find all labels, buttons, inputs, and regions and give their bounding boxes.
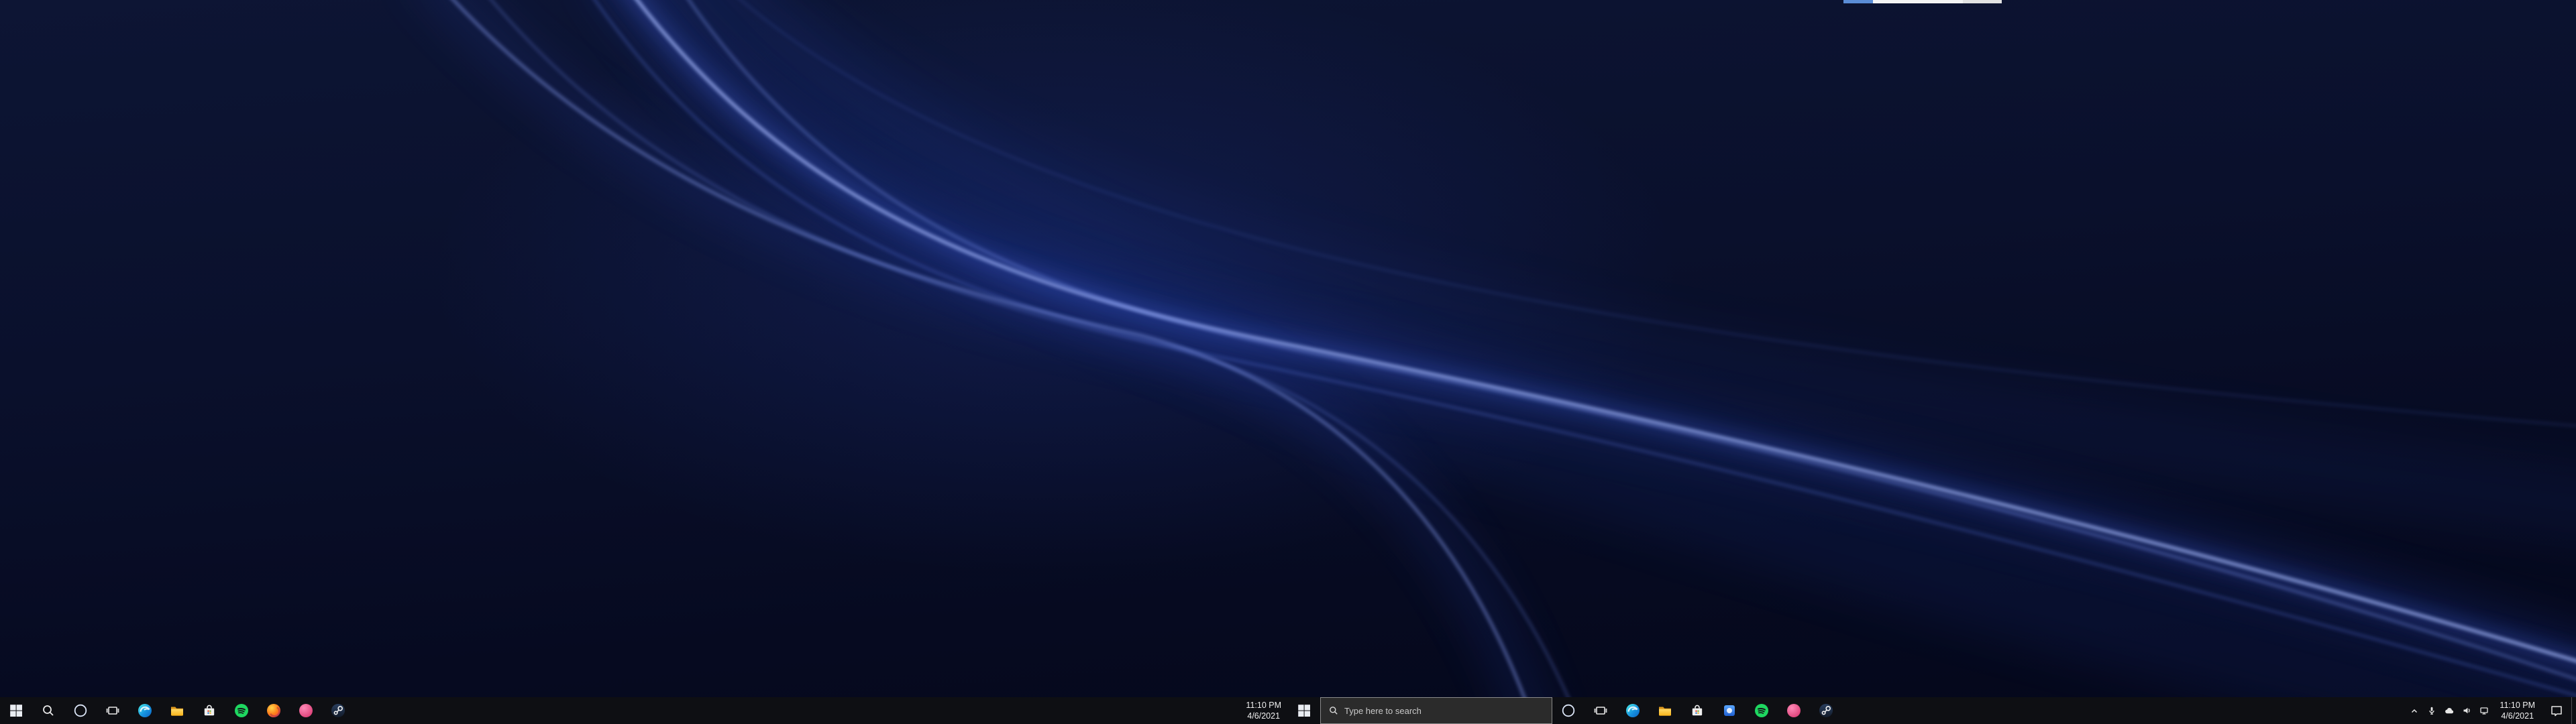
peeking-window-accent bbox=[1843, 0, 1873, 3]
edge-icon bbox=[1625, 703, 1641, 719]
peeking-window-sliver[interactable] bbox=[1843, 0, 2002, 3]
windows-logo-icon bbox=[8, 703, 24, 719]
cortana-icon bbox=[72, 703, 89, 719]
cortana-icon bbox=[1560, 703, 1576, 719]
onedrive-cloud-icon bbox=[2444, 705, 2455, 716]
peeking-window-body bbox=[1873, 0, 1963, 3]
clock-right[interactable]: 11:10 PM 4/6/2021 bbox=[2493, 697, 2542, 724]
task-view-icon bbox=[1593, 703, 1609, 719]
cortana-button-left[interactable] bbox=[64, 697, 97, 724]
task-view-button-right[interactable] bbox=[1585, 697, 1617, 724]
pinned-app-store[interactable] bbox=[1681, 697, 1713, 724]
pink-app-icon bbox=[1786, 703, 1802, 719]
clock-time: 11:10 PM bbox=[1246, 700, 1281, 711]
search-icon bbox=[40, 703, 56, 719]
microphone-icon bbox=[2426, 705, 2437, 716]
edge-icon bbox=[137, 703, 153, 719]
taskbar-spacer-right bbox=[1842, 697, 2406, 724]
peeking-window-tail bbox=[1963, 0, 2002, 3]
microsoft-store-icon bbox=[1689, 703, 1705, 719]
wallpaper-waves bbox=[0, 0, 2576, 724]
blue-app-icon bbox=[1721, 703, 1737, 719]
steam-icon bbox=[1818, 703, 1834, 719]
tray-onedrive-button[interactable] bbox=[2440, 697, 2458, 724]
steam-icon bbox=[330, 703, 346, 719]
taskbar-left-monitor: 11:10 PM 4/6/2021 bbox=[0, 697, 1288, 724]
taskbar-right-monitor: 11:10 PM 4/6/2021 bbox=[1288, 697, 2576, 724]
network-icon bbox=[2479, 705, 2489, 716]
desktop: 11:10 PM 4/6/2021 bbox=[0, 0, 2576, 724]
pinned-app-pink[interactable] bbox=[1778, 697, 1810, 724]
system-tray bbox=[2406, 697, 2493, 724]
file-explorer-icon bbox=[169, 703, 185, 719]
clock-left[interactable]: 11:10 PM 4/6/2021 bbox=[1239, 697, 1288, 724]
windows-logo-icon bbox=[1296, 703, 1312, 719]
pinned-app-pink[interactable] bbox=[290, 697, 322, 724]
task-view-icon bbox=[105, 703, 121, 719]
tray-microphone-button[interactable] bbox=[2423, 697, 2440, 724]
file-explorer-icon bbox=[1657, 703, 1673, 719]
action-center-icon bbox=[2548, 703, 2565, 719]
pinned-app-edge[interactable] bbox=[129, 697, 161, 724]
cortana-button-right[interactable] bbox=[1552, 697, 1585, 724]
pinned-app-file-explorer[interactable] bbox=[1649, 697, 1681, 724]
tray-chevron-button[interactable] bbox=[2406, 697, 2423, 724]
pinned-app-steam[interactable] bbox=[322, 697, 354, 724]
tray-network-button[interactable] bbox=[2475, 697, 2493, 724]
taskbar-spacer-left bbox=[354, 697, 1239, 724]
pinned-app-blue[interactable] bbox=[1713, 697, 1746, 724]
start-button-left[interactable] bbox=[0, 697, 32, 724]
taskbar: 11:10 PM 4/6/2021 bbox=[0, 697, 2576, 724]
firefox-icon bbox=[266, 703, 282, 719]
pinned-app-spotify[interactable] bbox=[225, 697, 258, 724]
taskbar-search-box[interactable] bbox=[1320, 697, 1552, 724]
pinned-app-store[interactable] bbox=[193, 697, 225, 724]
tray-volume-button[interactable] bbox=[2458, 697, 2475, 724]
microsoft-store-icon bbox=[201, 703, 217, 719]
pink-app-icon bbox=[298, 703, 314, 719]
pinned-app-firefox[interactable] bbox=[258, 697, 290, 724]
clock-date: 4/6/2021 bbox=[1247, 711, 1280, 721]
spotify-icon bbox=[233, 703, 250, 719]
show-desktop-button[interactable] bbox=[2571, 697, 2576, 724]
action-center-button[interactable] bbox=[2542, 697, 2571, 724]
chevron-up-icon bbox=[2409, 705, 2420, 716]
search-input[interactable] bbox=[1344, 706, 1544, 716]
spotify-icon bbox=[1754, 703, 1770, 719]
search-icon bbox=[1328, 705, 1339, 716]
search-button-left[interactable] bbox=[32, 697, 64, 724]
clock-date: 4/6/2021 bbox=[2501, 711, 2534, 721]
task-view-button-left[interactable] bbox=[97, 697, 129, 724]
pinned-app-file-explorer[interactable] bbox=[161, 697, 193, 724]
clock-time: 11:10 PM bbox=[2500, 700, 2535, 711]
pinned-app-spotify[interactable] bbox=[1746, 697, 1778, 724]
pinned-app-edge[interactable] bbox=[1617, 697, 1649, 724]
pinned-app-steam[interactable] bbox=[1810, 697, 1842, 724]
start-button-right[interactable] bbox=[1288, 697, 1320, 724]
speaker-icon bbox=[2461, 705, 2472, 716]
